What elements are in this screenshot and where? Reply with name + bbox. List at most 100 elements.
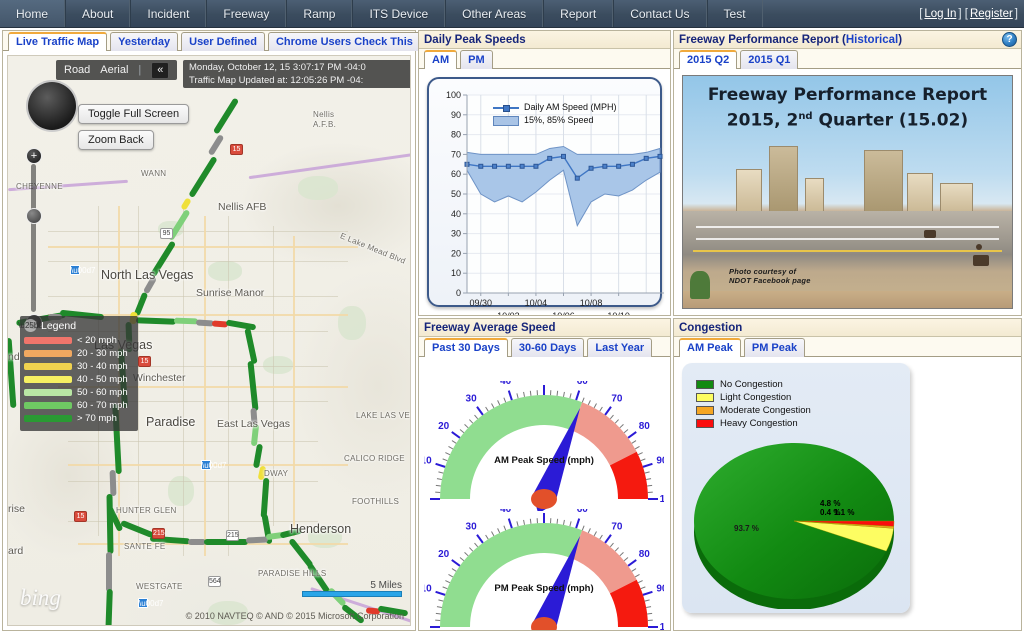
legend-item: Light Congestion [696,392,811,403]
tab-label: 30-60 Days [518,342,577,354]
freeway-segment [245,536,269,544]
map-marker[interactable]: \u00d7 [70,265,95,275]
legend-swatch [24,402,72,409]
svg-text:30: 30 [466,522,478,533]
congestion-panel: Congestion AM Peak PM Peak No Congestion… [673,318,1022,631]
zoom-track[interactable] [31,164,36,312]
report-year-quarter: 2015, 2 [726,110,799,131]
legend-header[interactable]: \u25b2 Legend [18,319,134,332]
nav-item-incident[interactable]: Incident [130,0,207,27]
tab-last-year[interactable]: Last Year [587,338,653,357]
map-place-label: SANTE FE [124,542,166,551]
legend-label: > 70 mph [77,413,117,424]
help-icon[interactable]: ? [1002,32,1017,47]
nav-item-its-device[interactable]: ITS Device [352,0,446,27]
tab-live-traffic-map[interactable]: Live Traffic Map [8,32,108,51]
svg-text:10/10: 10/10 [607,311,630,315]
svg-text:20: 20 [438,549,450,560]
zoom-back-button[interactable]: Zoom Back [78,130,154,150]
tab-pm-peak[interactable]: PM Peak [743,338,806,357]
tab-am-peak[interactable]: AM Peak [679,338,741,357]
freeway-segment [105,588,113,625]
svg-text:10/04: 10/04 [525,298,548,308]
ordinal-suffix: nd [798,111,813,122]
gauge-title: PM Peak Speed (mph) [494,583,594,594]
map-place-label: WANN [141,169,167,178]
freeway-segment [109,469,117,497]
legend-swatch [24,363,72,370]
nav-item-ramp[interactable]: Ramp [286,0,353,27]
tab-user-defined[interactable]: User Defined [181,32,265,51]
collapse-icon[interactable]: « [151,61,170,79]
chevron-up-icon[interactable]: \u25b2 [18,319,43,332]
legend-swatch [696,380,714,389]
pan-right-icon[interactable] [62,103,72,113]
tab-2015-q2[interactable]: 2015 Q2 [679,50,738,69]
register-link[interactable]: Register [970,8,1013,20]
legend-item: Moderate Congestion [696,405,811,416]
nav-item-contact-us[interactable]: Contact Us [613,0,707,27]
nav-item-report[interactable]: Report [543,0,614,27]
tab-past-30-days[interactable]: Past 30 Days [424,338,508,357]
nav-label: Test [723,6,746,21]
legend-item: 20 - 30 mph [24,348,134,359]
bing-map[interactable]: 15 95 15 15 215 215 564 \u00d7 \u00d7 \u… [7,55,411,626]
chart-legend: Daily AM Speed (MPH) 15%, 85% Speed [493,101,617,127]
map-place-label: PARADISE HILLS [258,569,327,578]
map-grid [48,261,348,262]
map-view-aerial[interactable]: Aerial [100,64,128,76]
nav-item-test[interactable]: Test [706,0,763,27]
svg-text:10/06: 10/06 [552,311,575,315]
nav-label: Home [16,6,49,21]
zoom-in-icon[interactable]: + [26,148,42,164]
toggle-full-screen-button[interactable]: Toggle Full Screen [78,104,190,124]
report-cover-image[interactable]: Freeway Performance Report 2015, 2nd Qua… [682,75,1013,309]
photo-credit: Photo courtesy of NDOT Facebook page [729,267,811,285]
legend-item: > 70 mph [24,413,134,424]
zoom-handle[interactable] [26,208,42,224]
tab-am[interactable]: AM [424,50,458,69]
tab-label: AM Peak [687,342,733,354]
map-pan-control[interactable] [26,80,78,132]
tab-pm[interactable]: PM [460,50,493,69]
cong-panel-title: Congestion [679,321,743,334]
tab-chrome-users-check-this[interactable]: Chrome Users Check This [267,32,421,51]
lane-marking [696,237,999,240]
svg-text:10/02: 10/02 [497,311,520,315]
map-zoom-slider[interactable]: + − [26,148,42,330]
nav-label: About [82,6,114,21]
nav-label: Report [560,6,597,21]
nav-item-other-areas[interactable]: Other Areas [445,0,544,27]
svg-text:40: 40 [451,209,461,219]
bighorn-sheep [924,230,937,239]
nav-item-home[interactable]: Home [0,0,66,27]
legend-title: Legend [41,319,77,332]
map-place-label: DWAY [264,469,289,478]
pan-down-icon[interactable] [49,116,59,126]
cong-tabs: AM Peak PM Peak [674,337,1021,357]
map-view-road[interactable]: Road [64,64,90,76]
tab-label: 2015 Q2 [687,54,730,66]
map-grid [68,521,318,522]
gauges: 0102030405060708090100AM Peak Speed (mph… [421,359,668,630]
tab-30-60-days[interactable]: 30-60 Days [510,338,585,357]
map-park [208,261,242,281]
tab-2015-q1[interactable]: 2015 Q1 [740,50,799,69]
historical-link[interactable]: Historical [846,34,898,46]
interstate-shield: 15 [230,144,243,155]
legend-label: Light Congestion [720,392,792,403]
pan-up-icon[interactable] [49,86,59,96]
nav-item-freeway[interactable]: Freeway [206,0,287,27]
tab-label: 2015 Q1 [748,54,791,66]
peak-tabs: AM PM [419,49,670,69]
tab-yesterday[interactable]: Yesterday [110,32,179,51]
tab-label: PM Peak [751,342,798,354]
svg-text:09/30: 09/30 [470,298,493,308]
photo-credit-line2: NDOT Facebook page [729,275,811,285]
map-marker[interactable]: \u00d7 [201,460,226,470]
desert-plant [689,270,710,299]
map-marker[interactable]: \u00d7 [138,598,163,608]
nav-item-about[interactable]: About [65,0,131,27]
login-link[interactable]: Log In [924,8,956,20]
pan-left-icon[interactable] [32,103,42,113]
